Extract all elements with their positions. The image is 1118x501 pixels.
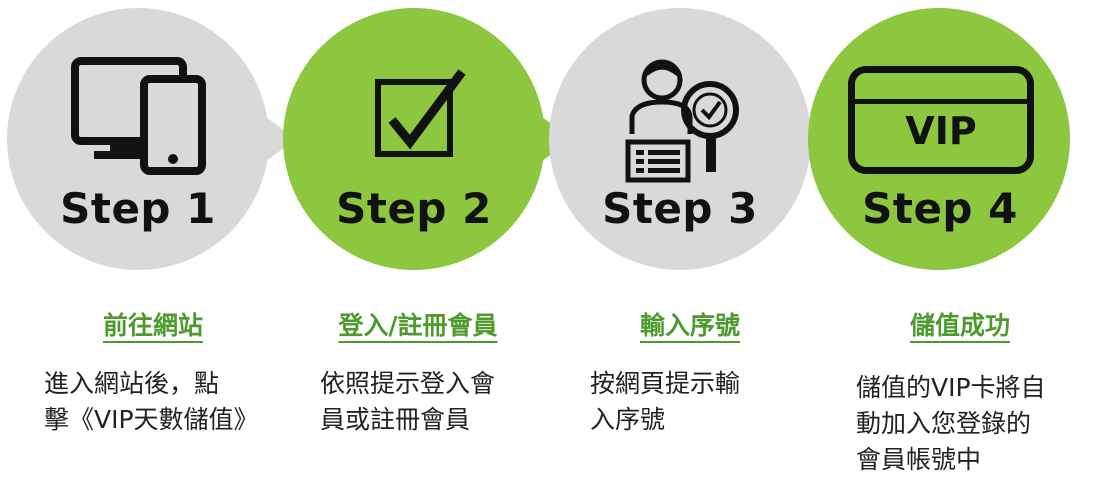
vip-card-stripe [855, 99, 1027, 104]
devices-icon [71, 57, 206, 175]
step-2-desc: 依照提示登入會 員或註冊會員 [320, 369, 496, 434]
step-2-label: Step 2 [336, 184, 492, 233]
user-search-icon [625, 59, 739, 183]
vip-card-text: VIP [905, 109, 977, 153]
step-4-desc: 儲值的VIP卡將自 動加入您登錄的 會員帳號中 [856, 373, 1046, 474]
step-2-title: 登入/註冊會員 [338, 311, 498, 340]
step-1-label: Step 1 [60, 184, 216, 233]
step-4-label: Step 4 [862, 184, 1018, 233]
step-1-desc: 進入網站後，點 擊《VIP天數儲值》 [44, 369, 259, 434]
step-1-title: 前往網站 [102, 311, 203, 340]
step-3-desc: 按網頁提示輸 入序號 [590, 369, 741, 434]
step-3-title: 輸入序號 [639, 311, 740, 340]
checkbox-icon [375, 69, 466, 157]
step-4-title: 儲值成功 [909, 311, 1010, 340]
step-3-label: Step 3 [602, 184, 758, 233]
vip-card-icon: VIP [848, 66, 1034, 174]
